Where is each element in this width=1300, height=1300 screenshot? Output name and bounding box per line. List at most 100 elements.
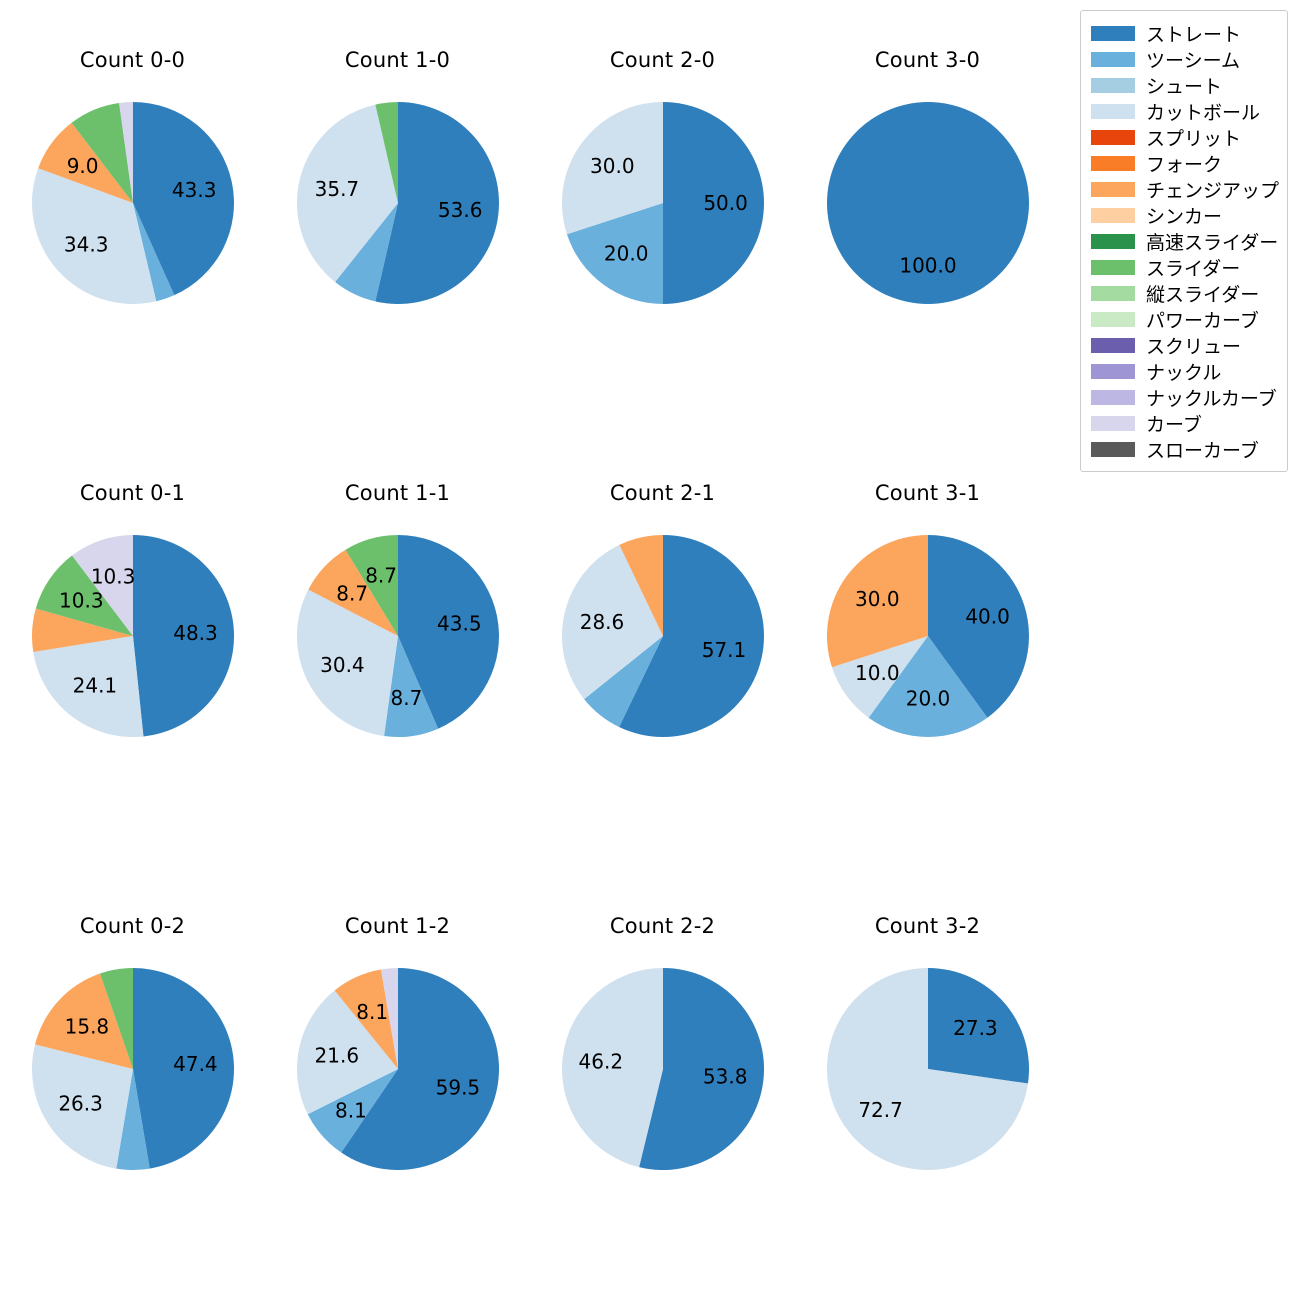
pie-slice-value-label: 43.3 (171, 178, 216, 202)
pie-slice-value-label: 8.1 (356, 1000, 388, 1024)
pie-chart-cell: Count 3-0 100.0 (795, 0, 1060, 433)
legend-item-label: カットボール (1146, 101, 1261, 124)
pie-chart-grid: Count 0-0 43.3 34.3 9.0 Count 1-0 53.6 35.7 Cou… (0, 0, 1060, 1300)
pie-slice-value-label: 15.8 (64, 1015, 109, 1039)
pie-slice-value-label: 9.0 (66, 154, 98, 178)
legend-item-label: スライダー (1146, 257, 1241, 280)
legend-color-swatch (1091, 129, 1135, 145)
legend-item-label: パワーカーブ (1146, 309, 1259, 332)
pie-chart-title: Count 0-0 (79, 48, 186, 72)
legend-color-swatch (1091, 207, 1135, 223)
legend-item[interactable]: ツーシーム (1091, 46, 1279, 72)
legend-color-swatch (1091, 259, 1135, 275)
pie-chart-cell: Count 2-2 53.8 46.2 (530, 866, 795, 1299)
pie-chart-canvas: 57.1 28.6 (548, 521, 778, 751)
legend-item-label: シュート (1146, 75, 1223, 98)
pie-slice-value-label: 24.1 (72, 674, 117, 698)
pie-slice-value-label: 20.0 (905, 687, 950, 711)
legend-item[interactable]: フォーク (1091, 150, 1279, 176)
pie-chart-title: Count 0-1 (79, 481, 186, 505)
pie-slice-value-label: 10.0 (855, 661, 900, 685)
pie-chart-title: Count 2-1 (609, 481, 716, 505)
pie-chart-cell: Count 3-1 40.0 20.0 10.0 30.0 (795, 433, 1060, 866)
legend-item-label: 高速スライダー (1146, 231, 1279, 254)
pie-chart-title: Count 2-2 (609, 914, 716, 938)
pie-slice-value-label: 8.7 (336, 581, 368, 605)
legend-item[interactable]: 高速スライダー (1091, 228, 1279, 254)
pie-slice-value-label: 30.0 (590, 154, 635, 178)
legend-item-label: ツーシーム (1146, 49, 1241, 72)
pie-chart-canvas: 100.0 (813, 88, 1043, 318)
pie-slice-value-label: 100.0 (899, 254, 956, 278)
pie-slice-value-label: 10.3 (90, 565, 135, 589)
pie-chart-canvas: 50.0 20.0 30.0 (548, 88, 778, 318)
legend-item-label: スローカーブ (1146, 439, 1259, 462)
pie-slice-value-label: 34.3 (63, 233, 108, 257)
legend-color-swatch (1091, 389, 1135, 405)
legend-item[interactable]: スプリット (1091, 124, 1279, 150)
legend-color-swatch (1091, 441, 1135, 457)
legend-item-label: チェンジアップ (1146, 179, 1280, 202)
pie-slice-value-label: 28.6 (579, 610, 624, 634)
pie-chart-title: Count 1-0 (344, 48, 451, 72)
legend-item[interactable]: ナックルカーブ (1091, 384, 1279, 410)
pie-slice-value-label: 8.7 (390, 686, 422, 710)
legend-item[interactable]: スクリュー (1091, 332, 1279, 358)
pie-chart-cell: Count 0-0 43.3 34.3 9.0 (0, 0, 265, 433)
pie-slice-value-label: 43.5 (437, 611, 482, 635)
legend-color-swatch (1091, 337, 1135, 353)
legend-color-swatch (1091, 51, 1135, 67)
pie-chart-canvas: 43.3 34.3 9.0 (18, 88, 248, 318)
legend-item[interactable]: スライダー (1091, 254, 1279, 280)
pie-slice-value-label: 48.3 (173, 621, 218, 645)
legend-item[interactable]: スローカーブ (1091, 436, 1279, 462)
pie-chart-cell: Count 0-2 47.4 26.3 15.8 (0, 866, 265, 1299)
pie-chart-canvas: 43.5 8.7 30.4 8.7 8.7 (283, 521, 513, 751)
pie-chart-title: Count 1-2 (344, 914, 451, 938)
pie-slice-value-label: 40.0 (965, 605, 1010, 629)
legend-item[interactable]: カーブ (1091, 410, 1279, 436)
pie-slice-value-label: 21.6 (314, 1044, 359, 1068)
pie-chart-cell: Count 1-0 53.6 35.7 (265, 0, 530, 433)
pie-slice-value-label: 53.8 (702, 1065, 747, 1089)
pie-chart-title: Count 2-0 (609, 48, 716, 72)
pie-chart-title: Count 3-2 (874, 914, 981, 938)
pie-slice-value-label: 46.2 (578, 1050, 623, 1074)
pie-slice-value-label: 26.3 (58, 1091, 103, 1115)
legend-color-swatch (1091, 311, 1135, 327)
legend-item[interactable]: 縦スライダー (1091, 280, 1279, 306)
pie-slice-value-label: 53.6 (437, 198, 482, 222)
legend-item[interactable]: ナックル (1091, 358, 1279, 384)
pitch-type-legend: ストレートツーシームシュートカットボール スプリット フォークチェンジアップ シンカー… (1080, 10, 1288, 472)
pie-chart-canvas: 48.3 24.1 10.3 10.3 (18, 521, 248, 751)
legend-item-label: ナックル (1146, 361, 1222, 384)
legend-color-swatch (1091, 285, 1135, 301)
pie-chart-canvas: 47.4 26.3 15.8 (18, 954, 248, 1184)
pie-slice-value-label: 8.1 (334, 1098, 366, 1122)
legend-item-label: ナックルカーブ (1146, 387, 1277, 410)
legend-item-label: シンカー (1146, 205, 1223, 228)
pie-chart-cell: Count 1-2 59.5 8.1 21.6 8.1 (265, 866, 530, 1299)
legend-item[interactable]: カットボール (1091, 98, 1279, 124)
pie-slice-value-label: 27.3 (953, 1016, 998, 1040)
pie-chart-cell: Count 3-2 27.3 72.7 (795, 866, 1060, 1299)
legend-item[interactable]: ストレート (1091, 20, 1279, 46)
pie-slice-value-label: 30.4 (320, 653, 365, 677)
legend-color-swatch (1091, 415, 1135, 431)
legend-color-swatch (1091, 77, 1135, 93)
legend-item[interactable]: シュート (1091, 72, 1279, 98)
pie-chart-title: Count 3-0 (874, 48, 981, 72)
pie-chart-cell: Count 2-1 57.1 28.6 (530, 433, 795, 866)
pie-chart-cell: Count 0-1 48.3 24.1 10.3 10.3 (0, 433, 265, 866)
pie-chart-canvas: 59.5 8.1 21.6 8.1 (283, 954, 513, 1184)
pie-chart-canvas: 27.3 72.7 (813, 954, 1043, 1184)
pie-chart-title: Count 1-1 (344, 481, 451, 505)
pie-slice-value-label: 50.0 (703, 191, 748, 215)
pie-chart-canvas: 40.0 20.0 10.0 30.0 (813, 521, 1043, 751)
legend-color-swatch (1091, 25, 1135, 41)
pie-slice-value-label: 57.1 (701, 638, 746, 662)
legend-item[interactable]: シンカー (1091, 202, 1279, 228)
pie-slice-value-label: 8.7 (365, 564, 397, 588)
legend-item[interactable]: パワーカーブ (1091, 306, 1279, 332)
legend-item[interactable]: チェンジアップ (1091, 176, 1279, 202)
